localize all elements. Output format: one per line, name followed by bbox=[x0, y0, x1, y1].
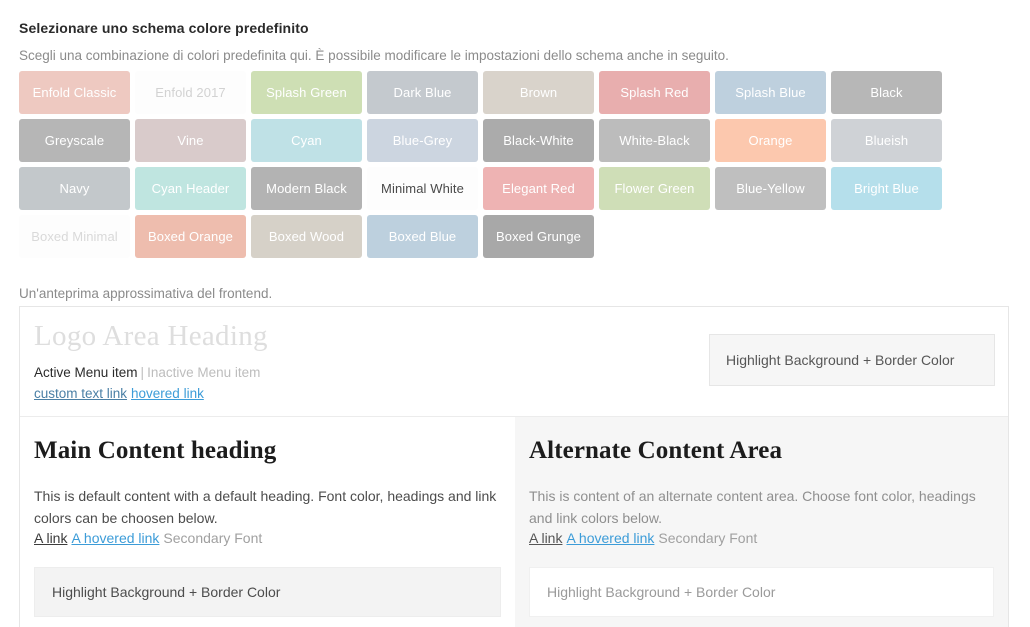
menu-item-inactive[interactable]: Inactive Menu item bbox=[147, 365, 260, 380]
page-description: Scegli una combinazione di colori predef… bbox=[19, 48, 729, 63]
main-highlight-label: Highlight Background + Border Color bbox=[52, 584, 281, 601]
color-scheme-swatch-label: Splash Blue bbox=[735, 85, 806, 100]
color-scheme-swatch[interactable]: Boxed Blue bbox=[367, 215, 478, 258]
color-scheme-swatch-label: Blueish bbox=[864, 133, 909, 148]
color-scheme-swatch-label: Splash Green bbox=[266, 85, 347, 100]
color-scheme-swatch-label: Splash Red bbox=[620, 85, 689, 100]
main-content-links: A link A hovered link Secondary Font bbox=[34, 530, 501, 546]
color-scheme-swatch[interactable]: White-Black bbox=[599, 119, 710, 162]
color-scheme-swatch-label: Boxed Blue bbox=[388, 229, 457, 244]
color-scheme-swatch[interactable]: Elegant Red bbox=[483, 167, 594, 210]
color-scheme-swatch[interactable]: Boxed Grunge bbox=[483, 215, 594, 258]
preview-links: custom text link hovered link bbox=[34, 386, 204, 401]
color-scheme-swatch-label: Minimal White bbox=[381, 181, 464, 196]
color-scheme-swatch[interactable]: Black-White bbox=[483, 119, 594, 162]
color-scheme-swatch[interactable]: Enfold 2017 bbox=[135, 71, 246, 114]
color-scheme-swatch[interactable]: Modern Black bbox=[251, 167, 362, 210]
color-scheme-swatch-label: Greyscale bbox=[44, 133, 105, 148]
color-scheme-swatch-label: Cyan Header bbox=[151, 181, 230, 196]
frontend-preview: Logo Area Heading Active Menu item | Inact… bbox=[19, 306, 1009, 627]
color-scheme-swatch-label: Orange bbox=[748, 133, 793, 148]
color-scheme-swatch[interactable]: Splash Red bbox=[599, 71, 710, 114]
main-content-paragraph: This is default content with a default h… bbox=[34, 488, 497, 526]
color-scheme-swatch-label: Enfold Classic bbox=[32, 85, 117, 100]
color-scheme-swatch[interactable]: Boxed Orange bbox=[135, 215, 246, 258]
main-highlight-box: Highlight Background + Border Color bbox=[34, 567, 501, 618]
color-scheme-grid: Enfold Classic Enfold 2017 Splash Green Dar… bbox=[19, 71, 955, 258]
preview-note: Un'anteprima approssimativa del frontend… bbox=[19, 286, 273, 301]
alternate-highlight-box: Highlight Background + Border Color bbox=[529, 567, 994, 618]
color-scheme-swatch-label: Boxed Wood bbox=[268, 229, 345, 244]
color-scheme-swatch-label: White-Black bbox=[619, 133, 690, 148]
header-highlight-box: Highlight Background + Border Color bbox=[709, 334, 995, 386]
color-scheme-swatch[interactable]: Boxed Wood bbox=[251, 215, 362, 258]
color-scheme-swatch[interactable]: Dark Blue bbox=[367, 71, 478, 114]
color-scheme-picker-page: Selezionare uno schema colore predefinit… bbox=[0, 0, 1030, 627]
alternate-highlight-label: Highlight Background + Border Color bbox=[547, 584, 776, 601]
page-title: Selezionare uno schema colore predefinit… bbox=[19, 20, 309, 36]
main-secondary-font-label: Secondary Font bbox=[163, 530, 263, 547]
preview-menu: Active Menu item | Inactive Menu item bbox=[34, 365, 260, 380]
color-scheme-swatch-label: Enfold 2017 bbox=[155, 85, 226, 100]
color-scheme-swatch[interactable]: Blue-Yellow bbox=[715, 167, 826, 210]
custom-text-link[interactable]: custom text link bbox=[34, 386, 127, 401]
color-scheme-swatch[interactable]: Cyan Header bbox=[135, 167, 246, 210]
alternate-content-links: A link A hovered link Secondary Font bbox=[529, 530, 994, 546]
alternate-content-column: Alternate Content Area This is content o… bbox=[515, 417, 1008, 627]
color-scheme-swatch-label: Dark Blue bbox=[393, 85, 452, 100]
color-scheme-swatch-label: Elegant Red bbox=[502, 181, 575, 196]
main-content-heading: Main Content heading bbox=[34, 437, 277, 464]
color-scheme-swatch-label: Boxed Minimal bbox=[31, 229, 118, 244]
hovered-link[interactable]: hovered link bbox=[131, 386, 204, 401]
color-scheme-swatch[interactable]: Cyan bbox=[251, 119, 362, 162]
main-content-column: Main Content heading This is default con… bbox=[20, 417, 515, 627]
color-scheme-swatch-label: Modern Black bbox=[266, 181, 347, 196]
color-scheme-swatch[interactable]: Splash Blue bbox=[715, 71, 826, 114]
color-scheme-swatch[interactable]: Bright Blue bbox=[831, 167, 942, 210]
color-scheme-swatch[interactable]: Vine bbox=[135, 119, 246, 162]
preview-content-area: Main Content heading This is default con… bbox=[20, 417, 1008, 627]
color-scheme-swatch-label: Blue-Yellow bbox=[736, 181, 805, 196]
header-highlight-label: Highlight Background + Border Color bbox=[726, 352, 955, 368]
alternate-content-heading: Alternate Content Area bbox=[529, 437, 783, 464]
color-scheme-swatch-label: Bright Blue bbox=[854, 181, 919, 196]
color-scheme-swatch[interactable]: Navy bbox=[19, 167, 130, 210]
color-scheme-swatch-label: Navy bbox=[59, 181, 90, 196]
color-scheme-swatch[interactable]: Blue-Grey bbox=[367, 119, 478, 162]
color-scheme-swatch[interactable]: Orange bbox=[715, 119, 826, 162]
main-a-hovered-link[interactable]: A hovered link bbox=[71, 530, 159, 546]
color-scheme-swatch[interactable]: Greyscale bbox=[19, 119, 130, 162]
color-scheme-swatch-label: Black bbox=[870, 85, 903, 100]
menu-separator: | bbox=[140, 365, 145, 380]
alternate-content-paragraph: This is content of an alternate content … bbox=[529, 488, 976, 526]
color-scheme-swatch-label: Black-White bbox=[503, 133, 574, 148]
alternate-secondary-font-label: Secondary Font bbox=[658, 530, 758, 547]
color-scheme-swatch[interactable]: Enfold Classic bbox=[19, 71, 130, 114]
color-scheme-swatch-label: Flower Green bbox=[614, 181, 695, 196]
color-scheme-swatch-label: Boxed Orange bbox=[147, 229, 234, 244]
color-scheme-swatch[interactable]: Boxed Minimal bbox=[19, 215, 130, 258]
preview-header-area: Logo Area Heading Active Menu item | Inact… bbox=[20, 307, 1008, 417]
color-scheme-swatch[interactable]: Blueish bbox=[831, 119, 942, 162]
color-scheme-swatch[interactable]: Splash Green bbox=[251, 71, 362, 114]
main-a-link[interactable]: A link bbox=[34, 530, 67, 546]
color-scheme-swatch-label: Blue-Grey bbox=[392, 133, 453, 148]
color-scheme-swatch-label: Cyan bbox=[291, 133, 322, 148]
color-scheme-swatch-label: Brown bbox=[519, 85, 558, 100]
color-scheme-swatch[interactable]: Brown bbox=[483, 71, 594, 114]
color-scheme-swatch-label: Vine bbox=[177, 133, 204, 148]
alternate-a-link[interactable]: A link bbox=[529, 530, 562, 546]
color-scheme-swatch[interactable]: Flower Green bbox=[599, 167, 710, 210]
color-scheme-swatch[interactable]: Minimal White bbox=[367, 167, 478, 210]
alternate-a-hovered-link[interactable]: A hovered link bbox=[566, 530, 654, 546]
menu-item-active[interactable]: Active Menu item bbox=[34, 365, 138, 380]
color-scheme-swatch[interactable]: Black bbox=[831, 71, 942, 114]
logo-area-heading: Logo Area Heading bbox=[34, 320, 268, 352]
color-scheme-swatch-label: Boxed Grunge bbox=[495, 229, 582, 244]
